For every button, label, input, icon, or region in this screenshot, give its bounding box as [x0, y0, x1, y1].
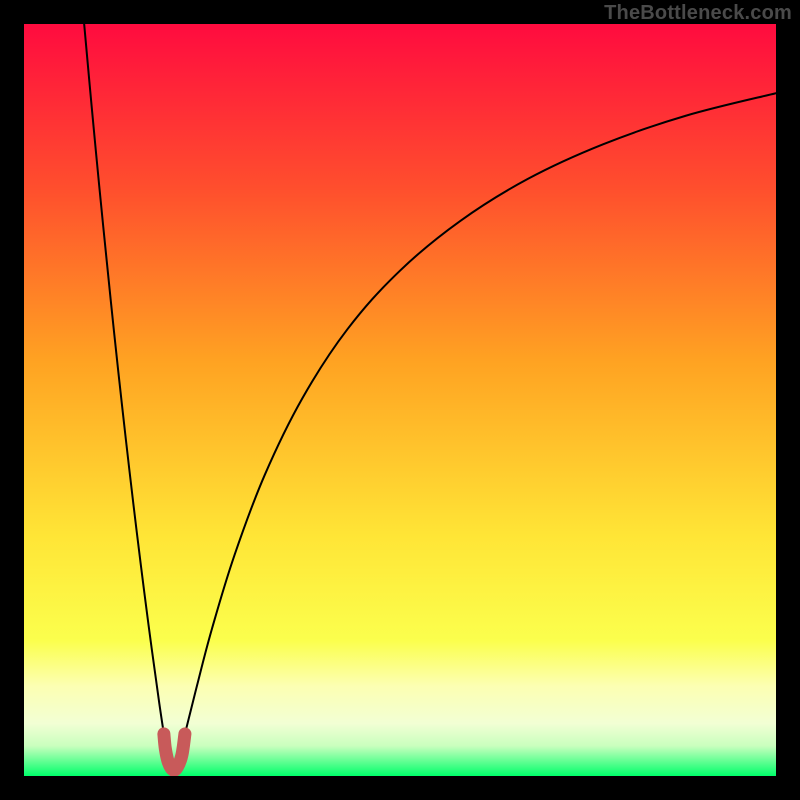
gradient-background [24, 24, 776, 776]
plot-area [24, 24, 776, 776]
chart-frame: TheBottleneck.com [0, 0, 800, 800]
watermark-text: TheBottleneck.com [604, 2, 792, 25]
chart-svg [24, 24, 776, 776]
